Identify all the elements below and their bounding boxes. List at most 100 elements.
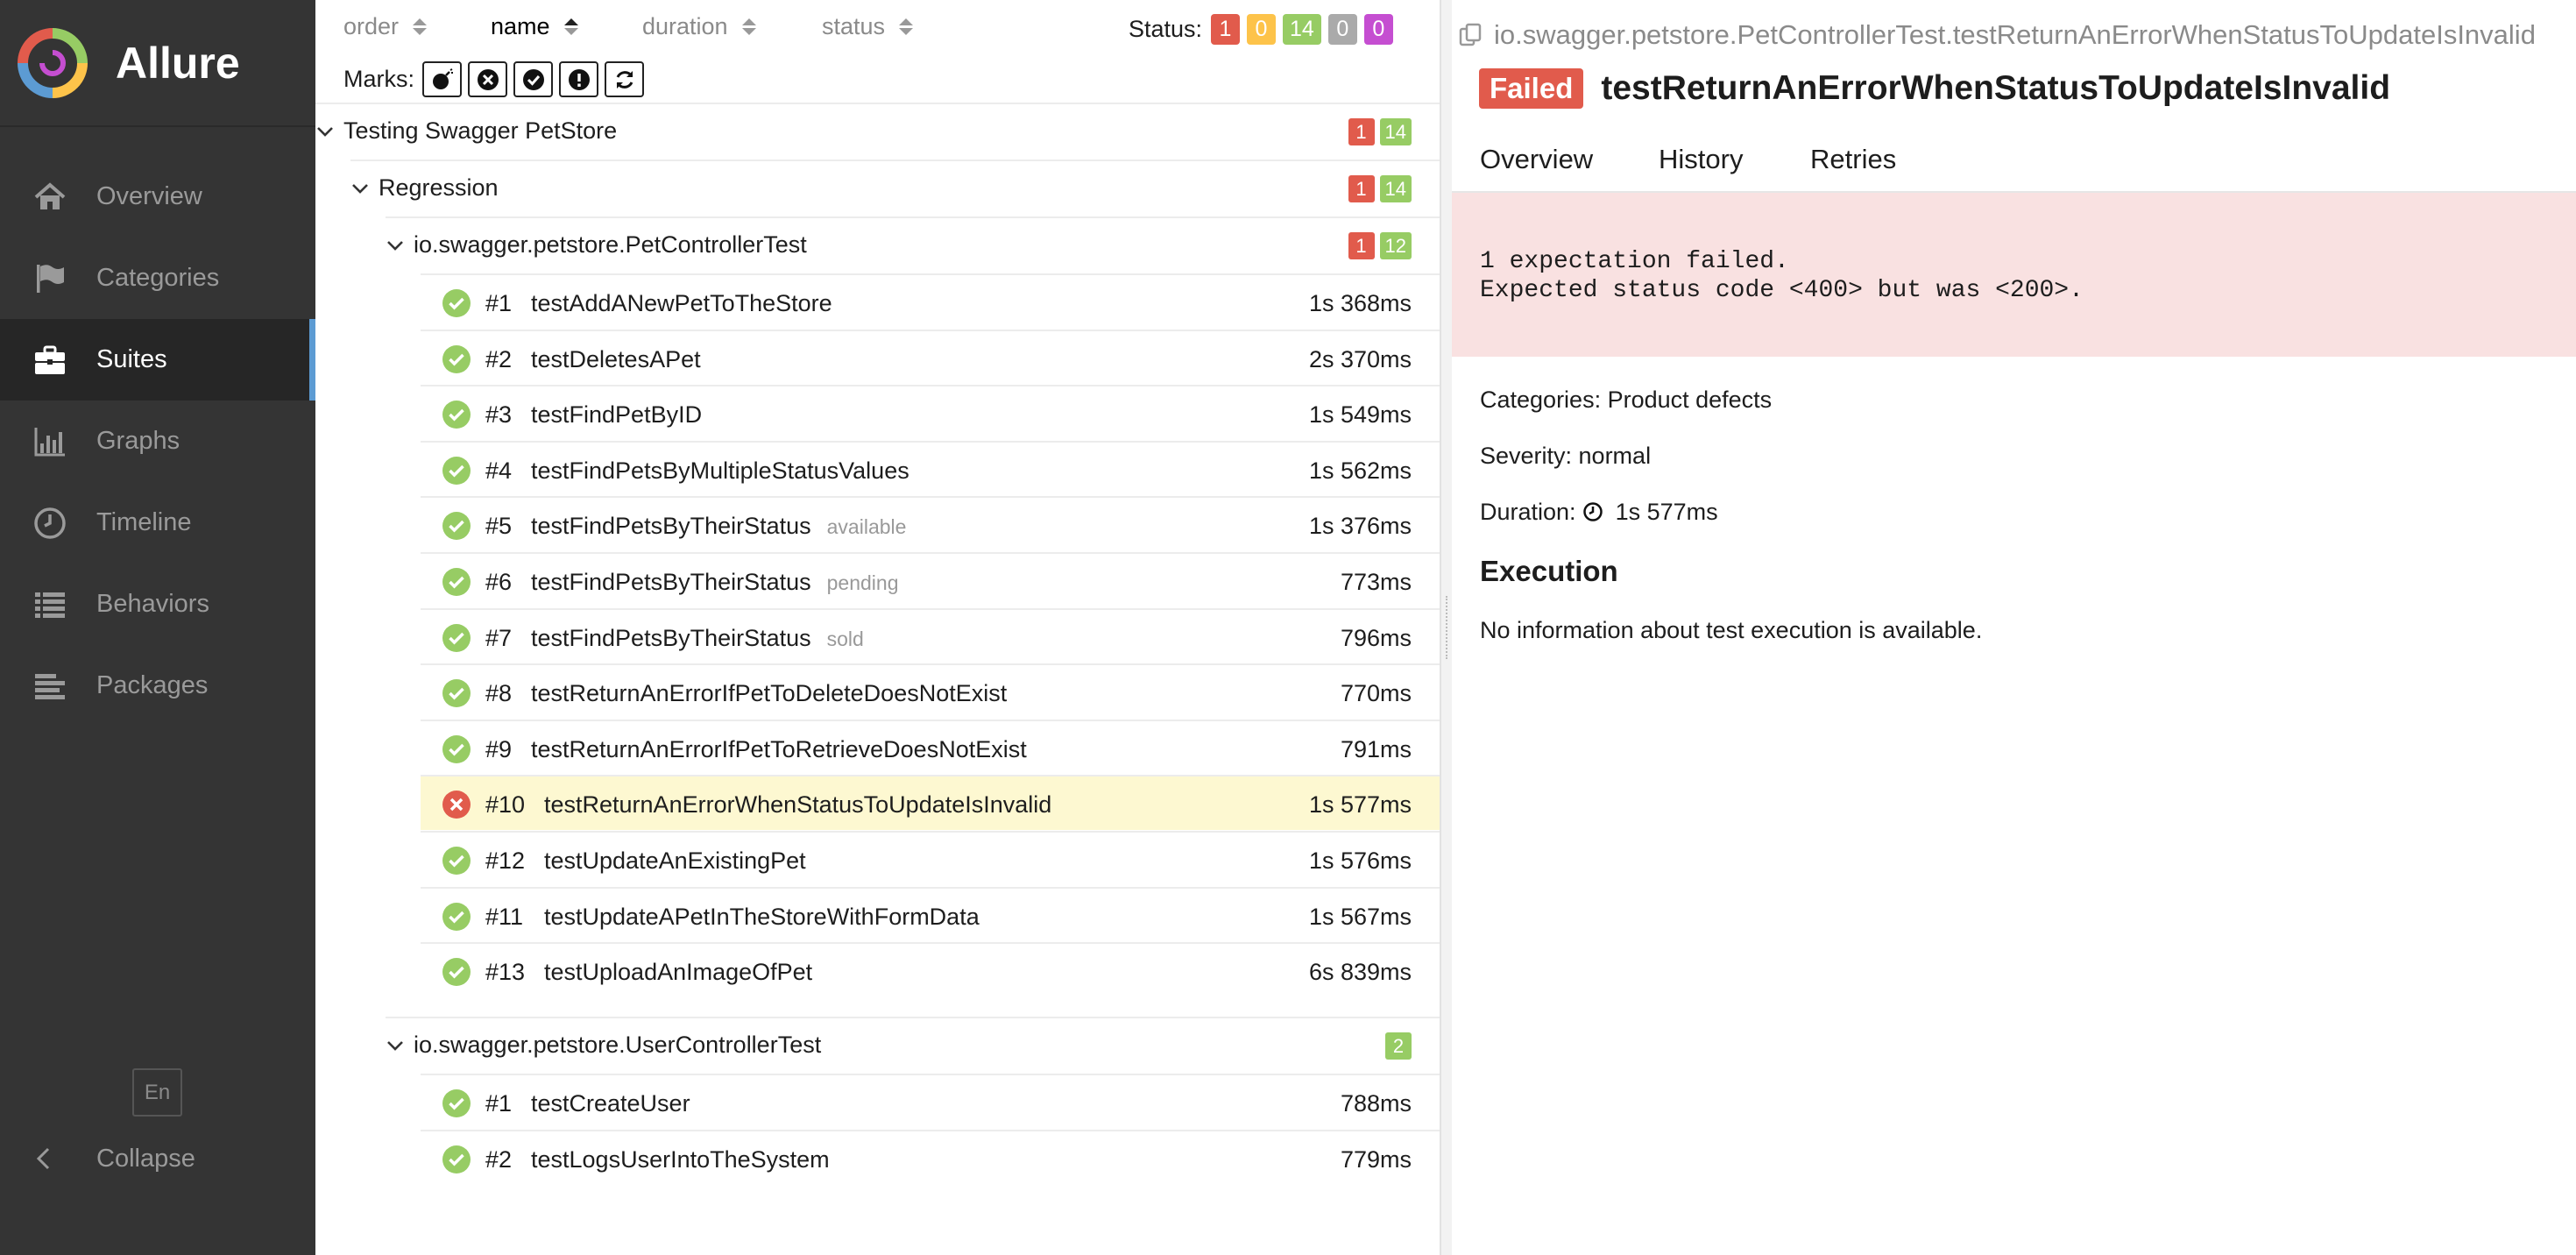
test-class-name: io.swagger.petstore.UserControllerTest	[414, 1032, 822, 1058]
passed-count-badge: 12	[1379, 232, 1412, 259]
passed-status-icon	[442, 1145, 471, 1174]
test-name: testUpdateAnExistingPet	[544, 847, 806, 875]
test-number: #8	[485, 680, 513, 707]
test-number: #2	[485, 345, 513, 372]
test-duration: 1s 567ms	[1308, 903, 1412, 930]
sidebar-item-timeline[interactable]: Timeline	[0, 482, 315, 564]
mark-flaky-button[interactable]	[422, 61, 462, 97]
tab-history[interactable]: History	[1659, 144, 1743, 175]
sidebar-item-suites[interactable]: Suites	[0, 319, 315, 401]
chevron-down-icon	[315, 122, 335, 141]
suite-row[interactable]: Testing Swagger PetStore 1 14	[315, 103, 1440, 158]
test-number: #1	[485, 1090, 513, 1117]
tab-overview[interactable]: Overview	[1451, 144, 1624, 196]
test-name: testReturnAnErrorWhenStatusToUpdateIsInv…	[1601, 69, 2391, 107]
sidebar-item-categories[interactable]: Categories	[0, 238, 315, 319]
mark-new-broken-button[interactable]	[559, 61, 598, 97]
test-name-text: testFindPetByID	[531, 401, 703, 429]
sort-duration-button[interactable]: duration	[642, 13, 756, 40]
tab-retries[interactable]: Retries	[1810, 144, 1896, 175]
passed-status-icon	[442, 734, 471, 764]
test-duration: 1s 368ms	[1308, 290, 1412, 316]
test-number: #2	[485, 1145, 513, 1173]
status-filter-failed[interactable]: 1	[1211, 14, 1240, 45]
test-number: #11	[485, 903, 524, 930]
pane-splitter[interactable]	[1440, 0, 1452, 1255]
test-row[interactable]: #8 testReturnAnErrorIfPetToDeleteDoesNotE…	[421, 663, 1440, 719]
subsuite-row[interactable]: Regression 1 14	[350, 160, 1440, 215]
test-name: testAddANewPetToTheStore	[531, 290, 832, 317]
test-duration: 770ms	[1340, 680, 1412, 707]
duration-value: 1s 577ms	[1615, 499, 1718, 525]
brand[interactable]: Allure	[0, 0, 315, 127]
test-title: Failed testReturnAnErrorWhenStatusToUpda…	[1479, 68, 2390, 109]
sort-bar: order name duration status Status: 1 0 1…	[315, 0, 1440, 61]
sidebar-item-graphs[interactable]: Graphs	[0, 401, 315, 482]
test-row[interactable]: #10 testReturnAnErrorWhenStatusToUpdateIs…	[421, 775, 1440, 831]
sidebar-item-overview[interactable]: Overview	[0, 156, 315, 238]
test-row[interactable]: #2 testLogsUserIntoTheSystem 779ms	[421, 1129, 1440, 1185]
passed-status-icon	[442, 846, 471, 876]
clock-icon	[32, 505, 68, 542]
passed-status-icon	[442, 400, 471, 429]
sidebar-nav: Overview Categories Suites Graphs Timeline Be…	[0, 156, 315, 727]
test-name-text: testAddANewPetToTheStore	[531, 290, 832, 316]
test-name-text: testReturnAnErrorIfPetToDeleteDoesNotExi…	[531, 680, 1008, 707]
passed-status-icon	[442, 288, 471, 318]
test-row[interactable]: #11 testUpdateAPetInTheStoreWithFormData 1…	[421, 886, 1440, 942]
sort-order-button[interactable]: order	[343, 13, 428, 40]
passed-count-badge: 2	[1385, 1032, 1412, 1060]
mark-new-passed-button[interactable]	[513, 61, 553, 97]
test-row[interactable]: #5 testFindPetsByTheirStatus available 1s 3…	[421, 496, 1440, 551]
test-number: #5	[485, 513, 513, 540]
passed-status-icon	[442, 678, 471, 708]
allure-logo-icon	[18, 27, 88, 98]
copy-icon[interactable]	[1457, 21, 1485, 49]
test-row[interactable]: #6 testFindPetsByTheirStatus pending 773ms	[421, 552, 1440, 607]
test-row[interactable]: #2 testDeletesAPet 2s 370ms	[421, 329, 1440, 385]
test-duration: 1s 376ms	[1308, 513, 1412, 540]
test-duration: 1s 577ms	[1308, 791, 1412, 819]
status-filter-unknown[interactable]: 0	[1363, 14, 1393, 45]
test-row[interactable]: #12 testUpdateAnExistingPet 1s 576ms	[421, 831, 1440, 886]
failed-status-icon	[442, 790, 471, 819]
sort-name-button[interactable]: name	[491, 13, 578, 40]
status-filter-skipped[interactable]: 0	[1327, 14, 1357, 45]
test-parameter: sold	[826, 627, 864, 650]
test-duration: 788ms	[1340, 1090, 1412, 1117]
status-filter-broken[interactable]: 0	[1247, 14, 1276, 45]
passed-count-badge: 14	[1379, 175, 1412, 202]
mark-new-failed-button[interactable]	[468, 61, 507, 97]
collapse-button[interactable]: Collapse	[0, 1129, 315, 1188]
test-name: testFindPetsByMultipleStatusValues	[531, 457, 909, 485]
sort-name-label: name	[491, 13, 550, 39]
test-row[interactable]: #1 testCreateUser 788ms	[421, 1074, 1440, 1129]
language-switch-button[interactable]: En	[132, 1068, 182, 1117]
test-name-text: testDeletesAPet	[531, 345, 701, 372]
test-number: #9	[485, 735, 513, 762]
mark-retries-button[interactable]	[605, 61, 644, 97]
sort-arrows-icon	[563, 18, 578, 35]
test-row[interactable]: #1 testAddANewPetToTheStore 1s 368ms	[421, 273, 1440, 329]
test-name: testReturnAnErrorIfPetToDeleteDoesNotExi…	[531, 680, 1007, 707]
test-row[interactable]: #7 testFindPetsByTheirStatus sold 796ms	[421, 607, 1440, 663]
status-counts: 2	[1385, 1032, 1412, 1060]
sort-duration-label: duration	[642, 13, 728, 39]
sidebar-item-behaviors[interactable]: Behaviors	[0, 564, 315, 645]
chevron-down-icon	[350, 179, 370, 198]
sort-status-button[interactable]: status	[822, 13, 914, 40]
passed-status-icon	[442, 902, 471, 932]
test-row[interactable]: #9 testReturnAnErrorIfPetToRetrieveDoesNo…	[421, 719, 1440, 775]
status-counts: 1 14	[1348, 175, 1412, 202]
sidebar: Allure Overview Categories Suites Graphs Tim…	[0, 0, 315, 1255]
sort-status-label: status	[822, 13, 886, 39]
status-filter: 1 0 14 0 0	[1211, 14, 1393, 45]
test-row[interactable]: #13 testUploadAnImageOfPet 6s 839ms	[421, 942, 1440, 997]
test-row[interactable]: #3 testFindPetByID 1s 549ms	[421, 385, 1440, 440]
sidebar-item-packages[interactable]: Packages	[0, 645, 315, 727]
collapse-label: Collapse	[96, 1144, 195, 1173]
test-row[interactable]: #4 testFindPetsByMultipleStatusValues 1s 5…	[421, 440, 1440, 496]
test-class-row[interactable]: io.swagger.petstore.PetControllerTest 1 12	[386, 216, 1440, 272]
status-filter-passed[interactable]: 14	[1283, 14, 1321, 45]
test-class-row[interactable]: io.swagger.petstore.UserControllerTest 2	[386, 1017, 1440, 1072]
